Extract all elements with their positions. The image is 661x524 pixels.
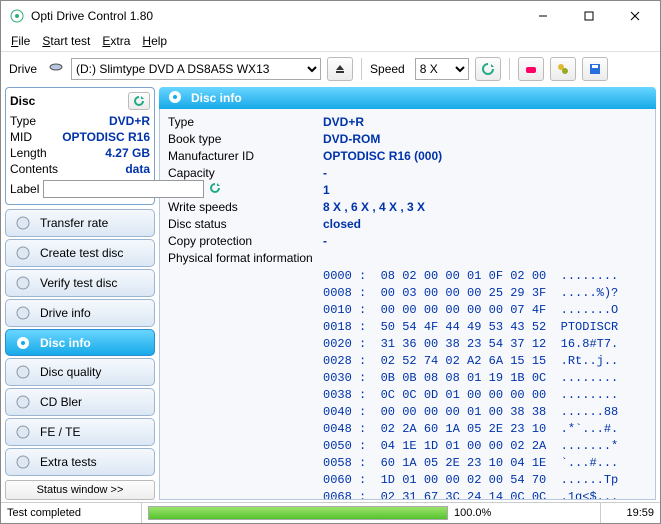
info-body: TypeDVD+R Book typeDVD-ROM Manufacturer … <box>159 109 656 500</box>
info-type-value: DVD+R <box>323 115 364 132</box>
status-time: 19:59 <box>600 503 660 523</box>
info-phys-label: Physical format information <box>168 251 323 268</box>
create-test-disc-icon <box>14 244 32 262</box>
nav-label: FE / TE <box>40 425 80 439</box>
disc-label-refresh-icon[interactable] <box>208 181 222 198</box>
disc-length-label: Length <box>10 146 47 162</box>
info-man-value: OPTODISC R16 (000) <box>323 149 442 166</box>
disc-panel-title: Disc <box>10 94 35 108</box>
fe-te-icon <box>14 423 32 441</box>
drive-select[interactable]: (D:) Slimtype DVD A DS8A5S WX13 <box>71 58 321 80</box>
disc-refresh-button[interactable] <box>128 92 150 110</box>
info-header: Disc info <box>159 87 656 109</box>
nav-label: Extra tests <box>40 455 97 469</box>
disc-contents-label: Contents <box>10 162 58 178</box>
disc-type-label: Type <box>10 114 36 130</box>
info-copy-label: Copy protection <box>168 234 323 251</box>
app-icon <box>9 8 25 24</box>
disc-panel: Disc Type DVD+R MID OPTODISC R16 Length 4.2… <box>5 87 155 205</box>
disc-info-icon <box>14 334 32 352</box>
nav-label: CD Bler <box>40 395 82 409</box>
progress-percent: 100.0% <box>454 507 491 519</box>
hex-dump: 0000 : 08 02 00 00 01 0F 02 00 ........ … <box>323 268 647 500</box>
disc-info-header-icon <box>167 89 183 108</box>
info-status-value: closed <box>323 217 361 234</box>
disc-label-label: Label <box>10 182 39 196</box>
menu-help[interactable]: Help <box>136 32 173 50</box>
disc-contents-value: data <box>125 162 150 178</box>
window-title: Opti Drive Control 1.80 <box>31 9 520 23</box>
nav-transfer-rate[interactable]: Transfer rate <box>5 209 155 237</box>
transfer-rate-icon <box>14 214 32 232</box>
disc-quality-icon <box>14 363 32 381</box>
toolbar: Drive (D:) Slimtype DVD A DS8A5S WX13 Sp… <box>1 51 660 85</box>
info-cap-value: - <box>323 166 327 183</box>
drive-info-icon <box>14 304 32 322</box>
menu-extra[interactable]: Extra <box>96 32 136 50</box>
verify-test-disc-icon <box>14 274 32 292</box>
drive-icon <box>47 59 65 78</box>
speed-label: Speed <box>370 62 405 76</box>
nav-label: Verify test disc <box>40 276 117 290</box>
info-book-label: Book type <box>168 132 323 149</box>
speed-select[interactable]: 8 X <box>415 58 469 80</box>
nav-verify-test-disc[interactable]: Verify test disc <box>5 269 155 297</box>
disc-type-value: DVD+R <box>109 114 150 130</box>
nav-disc-quality[interactable]: Disc quality <box>5 358 155 386</box>
nav-label: Drive info <box>40 306 91 320</box>
cd-bler-icon <box>14 393 32 411</box>
nav-disc-info[interactable]: Disc info <box>5 329 155 357</box>
eject-button[interactable] <box>327 57 353 81</box>
menu-file[interactable]: File <box>5 32 36 50</box>
info-status-label: Disc status <box>168 217 323 234</box>
nav-label: Create test disc <box>40 246 123 260</box>
nav-cd-bler[interactable]: CD Bler <box>5 388 155 416</box>
nav-list: Transfer rate Create test disc Verify te… <box>5 209 155 478</box>
refresh-button[interactable] <box>475 57 501 81</box>
status-window-button[interactable]: Status window >> <box>5 480 155 500</box>
minimize-button[interactable] <box>520 1 566 31</box>
status-bar: Test completed 100.0% 19:59 <box>1 502 660 523</box>
nav-extra-tests[interactable]: Extra tests <box>5 448 155 476</box>
nav-label: Transfer rate <box>40 216 108 230</box>
options-button[interactable] <box>550 57 576 81</box>
info-header-title: Disc info <box>191 91 242 105</box>
nav-create-test-disc[interactable]: Create test disc <box>5 239 155 267</box>
nav-drive-info[interactable]: Drive info <box>5 299 155 327</box>
disc-label-input[interactable] <box>43 180 204 198</box>
info-book-value: DVD-ROM <box>323 132 380 149</box>
info-man-label: Manufacturer ID <box>168 149 323 166</box>
progress-bar <box>148 506 448 520</box>
save-button[interactable] <box>582 57 608 81</box>
info-type-label: Type <box>168 115 323 132</box>
nav-label: Disc info <box>40 336 91 350</box>
drive-label: Drive <box>9 62 37 76</box>
nav-label: Disc quality <box>40 365 101 379</box>
info-writespeeds-label: Write speeds <box>168 200 323 217</box>
info-layers-value: 1 <box>323 183 330 200</box>
extra-tests-icon <box>14 453 32 471</box>
disc-mid-label: MID <box>10 130 32 146</box>
menu-bar: File Start test Extra Help <box>1 31 660 51</box>
maximize-button[interactable] <box>566 1 612 31</box>
disc-mid-value: OPTODISC R16 <box>62 130 150 146</box>
info-writespeeds-value: 8 X , 6 X , 4 X , 3 X <box>323 200 425 217</box>
menu-start-test[interactable]: Start test <box>36 32 96 50</box>
nav-fe-te[interactable]: FE / TE <box>5 418 155 446</box>
close-button[interactable] <box>612 1 658 31</box>
disc-length-value: 4.27 GB <box>105 146 150 162</box>
status-text: Test completed <box>1 503 141 523</box>
erase-button[interactable] <box>518 57 544 81</box>
info-copy-value: - <box>323 234 327 251</box>
